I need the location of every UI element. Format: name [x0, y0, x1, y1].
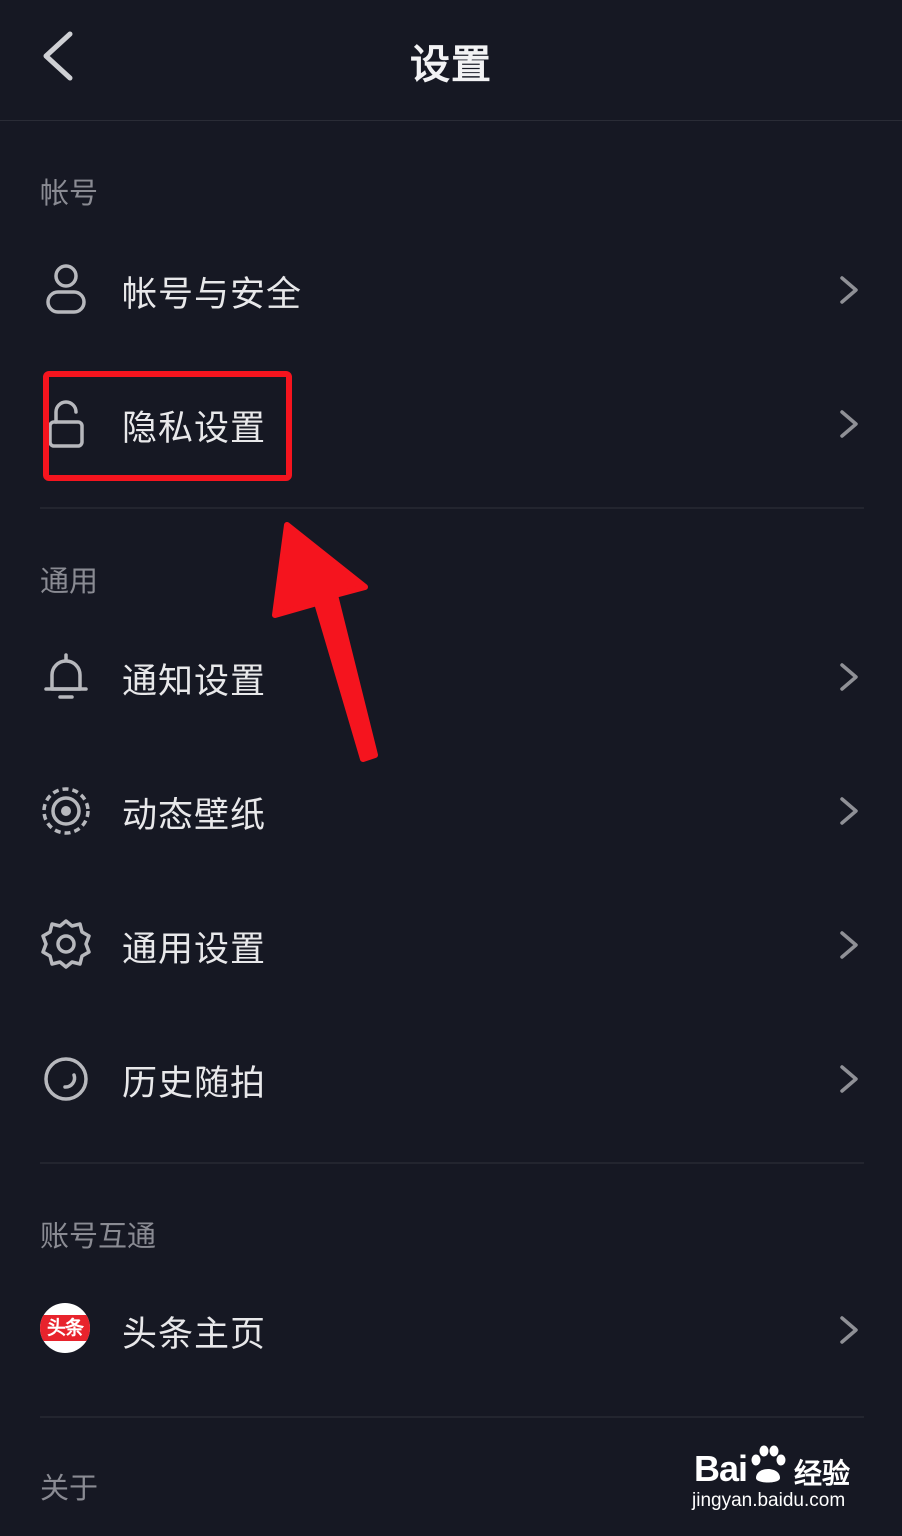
section-header-linked-accounts: 账号互通 — [40, 1219, 157, 1253]
settings-item-label: 头条主页 — [122, 1315, 267, 1355]
gear-icon — [41, 919, 91, 969]
settings-item-label: 动态壁纸 — [122, 796, 267, 836]
baidu-jingyan-watermark: Bai 经验 jingyan.baidu.com — [690, 1440, 890, 1520]
section-divider — [40, 1162, 864, 1164]
chevron-right-icon — [840, 410, 858, 438]
watermark-url: jingyan.baidu.com — [692, 1490, 846, 1511]
bell-icon — [44, 653, 88, 699]
settings-screen: 设置 帐号 帐号与安全 隐私设置 通用 通知设置 动态壁纸 通用设置 历史随拍 … — [0, 0, 902, 1536]
page-title: 设置 — [410, 42, 492, 88]
history-icon — [44, 1057, 88, 1101]
settings-item-label: 通用设置 — [122, 930, 267, 970]
live-wallpaper-icon — [42, 787, 90, 835]
chevron-right-icon — [840, 797, 858, 825]
settings-item-label: 通知设置 — [122, 662, 267, 702]
section-divider — [40, 1416, 864, 1418]
chevron-right-icon — [840, 663, 858, 691]
section-header-account: 帐号 — [40, 176, 99, 210]
top-bar: 设置 — [0, 0, 902, 121]
chevron-right-icon — [840, 1065, 858, 1093]
chevron-right-icon — [840, 1316, 858, 1344]
toutiao-logo: 头条 — [40, 1303, 90, 1353]
watermark-cn: 经验 — [794, 1457, 851, 1490]
chevron-right-icon — [840, 931, 858, 959]
settings-item-history[interactable]: 历史随拍 — [0, 1029, 902, 1129]
user-icon — [46, 264, 86, 314]
settings-item-account-security[interactable]: 帐号与安全 — [0, 240, 902, 340]
settings-item-label: 帐号与安全 — [122, 275, 303, 315]
highlight-box — [43, 371, 292, 481]
section-header-general: 通用 — [40, 564, 99, 598]
chevron-right-icon — [840, 276, 858, 304]
settings-item-live-wallpaper[interactable]: 动态壁纸 — [0, 761, 902, 861]
watermark-brand: Bai — [694, 1448, 748, 1489]
settings-item-toutiao-homepage[interactable]: 头条主页 — [0, 1280, 902, 1380]
settings-item-label: 历史随拍 — [122, 1064, 267, 1104]
toutiao-logo-text: 头条 — [40, 1315, 90, 1341]
section-divider — [40, 507, 864, 509]
paw-icon — [751, 1445, 786, 1483]
settings-item-general[interactable]: 通用设置 — [0, 895, 902, 995]
settings-item-notifications[interactable]: 通知设置 — [0, 627, 902, 727]
section-header-about: 关于 — [40, 1471, 99, 1505]
red-arrow-annotation — [272, 522, 378, 762]
